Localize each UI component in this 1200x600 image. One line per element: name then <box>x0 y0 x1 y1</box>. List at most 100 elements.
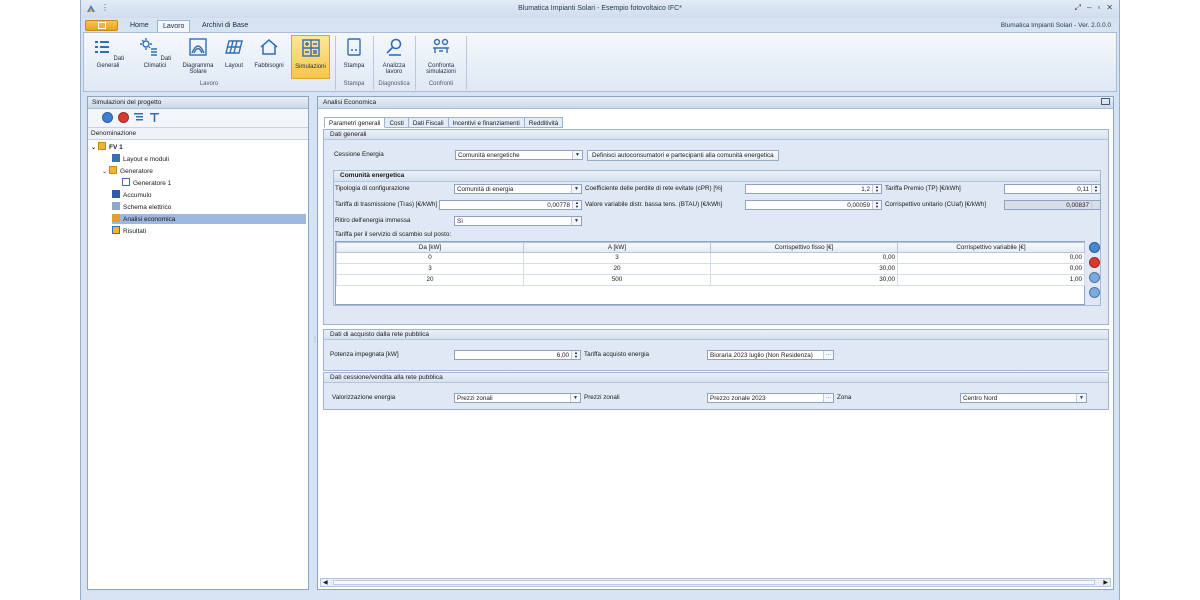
tab-lavoro[interactable]: Lavoro <box>157 20 191 32</box>
tree-node-risultati[interactable]: Risultati <box>112 226 146 236</box>
ribbon: Dati Generali Dati Climatici Diagramma S… <box>83 32 1117 92</box>
tab-parametri-generali[interactable]: Parametri generali <box>324 117 386 128</box>
folder-icon <box>109 166 118 174</box>
cell-a[interactable]: 20 <box>523 263 711 275</box>
ellipsis-icon[interactable]: ··· <box>823 394 833 402</box>
column-header[interactable]: Corrispettivo fisso [€] <box>710 242 898 253</box>
move-up-icon[interactable] <box>1089 272 1100 283</box>
simulazioni-button[interactable]: Simulazioni <box>291 35 330 79</box>
cell-da[interactable]: 20 <box>336 274 524 286</box>
tariffe-label: Tariffa per il servizio di scambio sul p… <box>335 231 452 238</box>
cell-da[interactable]: 3 <box>336 263 524 275</box>
cell-a[interactable]: 500 <box>523 274 711 286</box>
btau-input[interactable]: 0,00059 ▲ ▼ <box>745 200 882 210</box>
delete-row-icon[interactable] <box>1089 257 1100 268</box>
tab-dati-fiscali[interactable]: Dati Fiscali <box>408 117 449 128</box>
title-bar: ⋮ Blumatica Impianti Solari - Esempio fo… <box>81 0 1119 18</box>
tree-node-analisi-economica[interactable]: Analisi economica <box>112 214 306 224</box>
column-header[interactable]: Da [kW] <box>336 242 524 253</box>
file-menu-button[interactable] <box>85 20 118 31</box>
potenza-input[interactable]: 6,00 ▲ ▼ <box>454 350 581 360</box>
chevron-down-icon: ▼ <box>570 394 580 402</box>
folder-icon <box>98 142 107 150</box>
cell-variabile[interactable]: 0,00 <box>897 252 1085 264</box>
dock-icon[interactable] <box>1101 98 1110 105</box>
group-label-stampa: Stampa <box>343 81 365 87</box>
ritiro-select[interactable]: Sì ▼ <box>454 216 582 226</box>
minimize-icon[interactable]: ‒ <box>1087 3 1091 13</box>
dati-climatici-button[interactable]: Dati Climatici <box>134 35 176 69</box>
tras-input[interactable]: 0,00778 ▲ ▼ <box>439 200 582 210</box>
prezzi-picker[interactable]: Prezzo zonale 2023 ··· <box>707 393 834 403</box>
move-down-icon[interactable] <box>1089 287 1100 298</box>
confronta-simulazioni-button[interactable]: Confronta simulazioni <box>419 35 463 76</box>
collapse-icon[interactable] <box>150 113 159 122</box>
ellipsis-icon[interactable]: ··· <box>823 351 833 359</box>
scroll-left-icon[interactable]: ◀ <box>323 579 328 586</box>
fabbisogni-button[interactable]: Fabbisogni <box>250 35 288 69</box>
scrollbar-thumb[interactable] <box>333 580 1095 585</box>
spin-icon[interactable]: ▲ ▼ <box>872 185 881 193</box>
zona-select[interactable]: Centro Nord ▼ <box>960 393 1087 403</box>
analizza-lavoro-button[interactable]: Analizza lavoro <box>376 35 412 76</box>
tp-input[interactable]: 0,11 ▲ ▼ <box>1004 184 1101 194</box>
tree-node-generatore-1[interactable]: Generatore 1 <box>122 178 171 188</box>
definisci-button[interactable]: Definisci autoconsumatori e partecipanti… <box>587 150 779 161</box>
solar-diagram-icon <box>189 38 207 56</box>
chevron-down-icon: ▼ <box>571 185 581 193</box>
spin-icon[interactable]: ▲ ▼ <box>1091 185 1100 193</box>
results-icon <box>112 226 120 234</box>
cessione-pane: Dati cessione/vendita alla rete pubblica… <box>323 372 1109 410</box>
cell-variabile[interactable]: 0,00 <box>897 263 1085 275</box>
column-header[interactable]: A [kW] <box>523 242 711 253</box>
expand-icon[interactable] <box>134 113 143 122</box>
tariffa-picker[interactable]: Bioraria 2023 luglio (Non Residenza) ··· <box>707 350 834 360</box>
tree-node-generatore[interactable]: ⌄ Generatore <box>102 166 153 176</box>
cpr-input[interactable]: 1,2 ▲ ▼ <box>745 184 882 194</box>
close-icon[interactable]: ✕ <box>1106 3 1113 13</box>
layout-button[interactable]: Layout <box>220 35 248 69</box>
cessione-select[interactable]: Comunità energetiche ▼ <box>455 150 583 160</box>
dati-generali-button[interactable]: Dati Generali <box>86 35 130 69</box>
list-icon <box>94 41 109 53</box>
valorizzazione-select[interactable]: Prezzi zonali ▼ <box>454 393 581 403</box>
add-row-icon[interactable] <box>1089 242 1100 253</box>
tab-incentivi[interactable]: Incentivi e finanziamenti <box>448 117 525 128</box>
analyze-icon <box>386 38 402 56</box>
tab-costi[interactable]: Costi <box>385 117 409 128</box>
tree-node-layout[interactable]: Layout e moduli <box>112 154 169 164</box>
tree-node-accumulo[interactable]: Accumulo <box>112 190 152 200</box>
delete-icon[interactable] <box>118 112 129 123</box>
cell-variabile[interactable]: 1,00 <box>897 274 1085 286</box>
tree-node-fv1[interactable]: ⌄ FV 1 <box>91 142 123 152</box>
spin-icon[interactable]: ▲ ▼ <box>872 201 881 209</box>
add-icon[interactable] <box>102 112 113 123</box>
horizontal-scrollbar[interactable]: ◀ ▶ <box>320 578 1111 587</box>
spin-icon[interactable]: ▲ ▼ <box>571 351 580 359</box>
version-label: Blumatica Impianti Solari - Ver. 2.0.0.0 <box>1000 22 1111 29</box>
analysis-tabs: Parametri generali Costi Dati Fiscali In… <box>324 117 564 129</box>
diagramma-solare-button[interactable]: Diagramma Solare <box>180 35 216 76</box>
table-row[interactable]: 3 20 30,00 0,00 <box>336 263 1085 275</box>
tipologia-select[interactable]: Comunità di energia ▼ <box>454 184 582 194</box>
tariffa-label: Tariffa acquisto energia <box>584 351 649 358</box>
stampa-button[interactable]: Stampa <box>339 35 369 69</box>
tree-node-schema-elettrico[interactable]: Schema elettrico <box>112 202 171 212</box>
maximize-icon[interactable]: ▫ <box>1097 3 1100 13</box>
cell-fisso[interactable]: 30,00 <box>710 263 898 275</box>
spin-icon[interactable]: ▲ ▼ <box>572 201 581 209</box>
cell-da[interactable]: 0 <box>336 252 524 264</box>
house-icon <box>260 39 278 55</box>
group-label-lavoro: Lavoro <box>199 81 219 87</box>
scroll-right-icon[interactable]: ▶ <box>1103 579 1108 586</box>
table-row[interactable]: 20 500 30,00 1,00 <box>336 274 1085 286</box>
tab-redditivita[interactable]: Redditività <box>524 117 564 128</box>
column-header[interactable]: Corrispettivo variabile [€] <box>897 242 1085 253</box>
table-row[interactable]: 0 3 0,00 0,00 <box>336 252 1085 264</box>
tab-home[interactable]: Home <box>125 20 154 32</box>
cell-fisso[interactable]: 30,00 <box>710 274 898 286</box>
restore-ribbon-icon[interactable]: ⤢ <box>1075 3 1081 13</box>
cell-a[interactable]: 3 <box>523 252 711 264</box>
cell-fisso[interactable]: 0,00 <box>710 252 898 264</box>
tab-archivi[interactable]: Archivi di Base <box>197 20 253 32</box>
